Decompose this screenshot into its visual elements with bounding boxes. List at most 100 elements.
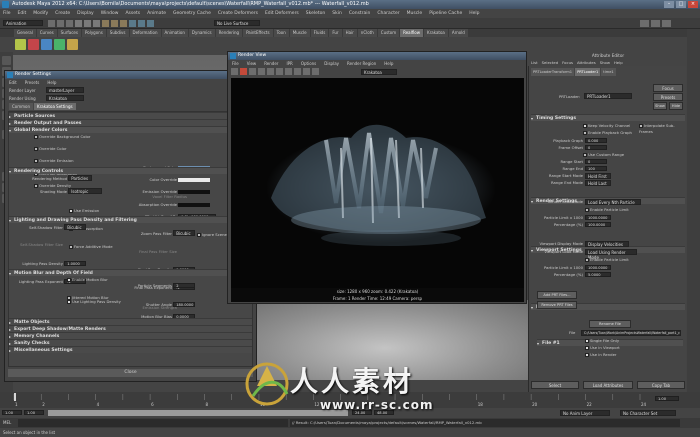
shelf-tab-general[interactable]: General	[14, 29, 36, 37]
range-start-mode-dropdown[interactable]: Hold First	[585, 173, 611, 179]
menu-help[interactable]: Help	[469, 9, 479, 18]
menu-skin[interactable]: Skin	[332, 9, 342, 18]
rv-menu-view[interactable]: View	[247, 60, 257, 67]
section-misc[interactable]: Miscellaneous Settings	[9, 346, 252, 354]
shelf-tab-realflow[interactable]: Realflow	[400, 29, 423, 37]
enable-particle-limit2-checkbox[interactable]	[585, 258, 589, 262]
lighting-pass-density-field[interactable]: 1.0000	[64, 260, 87, 266]
select-button[interactable]: Select	[531, 381, 579, 389]
shelf-tab-custom[interactable]: Custom	[377, 29, 400, 37]
shelf-tab-dynamics[interactable]: Dynamics	[188, 29, 215, 37]
shutter-angle-field[interactable]: 180.0000	[173, 301, 196, 307]
tab-prtloader[interactable]: PRTLoader1	[575, 68, 601, 76]
render-region-icon[interactable]	[240, 68, 247, 75]
rename-file-button[interactable]: Rename File	[589, 320, 631, 328]
section-deep-shadow[interactable]: Export Deep Shadow/Matte Renders	[9, 325, 252, 333]
close-window-button[interactable]: ×	[688, 1, 698, 8]
menu-edit-deformers[interactable]: Edit Deformers	[265, 9, 299, 18]
section-timing-settings[interactable]: Timing Settings	[531, 114, 685, 122]
use-emission-checkbox[interactable]	[69, 208, 73, 213]
presets-button[interactable]: Presets	[653, 93, 683, 101]
character-set-dropdown[interactable]: No Character Set	[620, 410, 676, 416]
maximize-button[interactable]: □	[676, 1, 686, 8]
menu-set-dropdown[interactable]: Animation	[3, 20, 43, 26]
renderer-dropdown[interactable]: Krakatoa	[361, 68, 397, 75]
rs-menu-edit[interactable]: Edit	[9, 79, 17, 86]
render-layer-dropdown[interactable]: masterLayer	[46, 87, 84, 93]
ae-menu-focus[interactable]: Focus	[562, 60, 573, 66]
rv-menu-file[interactable]: File	[232, 60, 239, 67]
snap-curve-icon[interactable]	[111, 20, 118, 27]
menu-display[interactable]: Display	[77, 9, 94, 18]
realflow-prt-icon[interactable]	[15, 39, 26, 50]
refresh-ipr-icon[interactable]	[267, 68, 274, 75]
playback-graph-field[interactable]: 0.000	[585, 138, 607, 143]
rv-menu-render[interactable]: Render	[264, 60, 278, 67]
shelf-tab-animation[interactable]: Animation	[161, 29, 188, 37]
open-scene-icon[interactable]	[57, 20, 64, 27]
particle-limit2-field[interactable]: 1000.0000	[585, 265, 611, 270]
channel-box-side-tabs[interactable]	[687, 29, 700, 392]
show-channel-box-icon[interactable]	[662, 20, 671, 27]
viewport-load-mode-dropdown[interactable]: Load Using Render Mode	[585, 249, 637, 260]
show-tool-settings-icon[interactable]	[651, 20, 660, 27]
menu-animate[interactable]: Animate	[147, 9, 166, 18]
shelf-tab-curves[interactable]: Curves	[36, 29, 57, 37]
shelf-tab-rendering[interactable]: Rendering	[215, 29, 243, 37]
ae-menu-attributes[interactable]: Attributes	[577, 60, 596, 66]
start-frame-field[interactable]: 1.00	[2, 410, 22, 415]
tab-time1[interactable]: time1	[601, 68, 616, 76]
render-frame-icon[interactable]	[129, 20, 136, 27]
shading-mode-dropdown[interactable]: Isotropic	[68, 188, 103, 195]
override-bg-checkbox[interactable]	[34, 135, 38, 139]
node-name-field[interactable]: PRTLoader1	[584, 93, 632, 99]
add-prt-files-button[interactable]: Add PRT Files...	[537, 291, 577, 299]
tab-krakatoa-settings[interactable]: Krakatoa Settings	[34, 103, 76, 110]
current-frame-field[interactable]: 1.00	[655, 396, 679, 401]
enable-motion-blur-checkbox[interactable]	[67, 278, 71, 282]
ae-menu-help[interactable]: Help	[614, 60, 623, 66]
redo-render-icon[interactable]	[231, 68, 238, 75]
shelf-tab-fluids[interactable]: Fluids	[310, 29, 329, 37]
menu-muscle[interactable]: Muscle	[407, 9, 423, 18]
realflow-ren-icon[interactable]	[54, 39, 65, 50]
shelf-tab-arnold[interactable]: Arnold	[448, 29, 468, 37]
render-settings-close-button[interactable]: Close	[8, 369, 253, 377]
particle-limit-field[interactable]: 1000.0000	[585, 215, 611, 220]
section-motion-blur[interactable]: Motion Blur and Depth Of Field	[9, 269, 252, 277]
rgb-channels-icon[interactable]	[276, 68, 283, 75]
show-button[interactable]: Show	[653, 102, 667, 110]
menu-constrain[interactable]: Constrain	[349, 9, 371, 18]
override-emission-checkbox[interactable]	[34, 159, 38, 164]
use-in-viewport-checkbox[interactable]	[585, 346, 589, 350]
rv-menu-display[interactable]: Display	[324, 60, 339, 67]
section-render-output[interactable]: Render Output and Passes	[9, 119, 252, 127]
rs-menu-help[interactable]: Help	[47, 79, 56, 86]
self-shadow-filter-dropdown[interactable]: Bicubic	[64, 224, 87, 230]
single-file-only-checkbox[interactable]	[585, 339, 589, 343]
realflow-mesh-icon[interactable]	[41, 39, 52, 50]
ipr-render-icon[interactable]	[138, 20, 145, 27]
copy-tab-button[interactable]: Copy Tab	[637, 381, 685, 389]
menu-file[interactable]: File	[3, 9, 11, 18]
snap-point-icon[interactable]	[120, 20, 127, 27]
remove-image-icon[interactable]	[312, 68, 319, 75]
focus-button[interactable]: Focus	[653, 84, 683, 92]
section-rendering-controls[interactable]: Rendering Controls	[9, 167, 252, 175]
section-particle-sources[interactable]: Particle Sources	[9, 112, 252, 120]
shelf-tab-hair[interactable]: Hair	[342, 29, 357, 37]
select-object-icon[interactable]	[84, 20, 91, 27]
tab-prtloader-transform[interactable]: PRTLoaderTransform1	[531, 68, 575, 76]
rv-menu-options[interactable]: Options	[301, 60, 316, 67]
snap-grid-icon[interactable]	[102, 20, 109, 27]
rv-menu-help[interactable]: Help	[384, 60, 393, 67]
keep-velocity-checkbox[interactable]	[583, 124, 587, 128]
section-memory-channels[interactable]: Memory Channels	[9, 332, 252, 340]
ae-menu-show[interactable]: Show	[600, 60, 610, 66]
menu-edit[interactable]: Edit	[18, 9, 27, 18]
menu-pipeline-cache[interactable]: Pipeline Cache	[429, 9, 462, 18]
select-component-icon[interactable]	[93, 20, 100, 27]
section-matte-objects[interactable]: Matte Objects	[9, 318, 252, 326]
shelf-tab-surfaces[interactable]: Surfaces	[57, 29, 81, 37]
frame-offset-field[interactable]: 0	[585, 145, 607, 150]
